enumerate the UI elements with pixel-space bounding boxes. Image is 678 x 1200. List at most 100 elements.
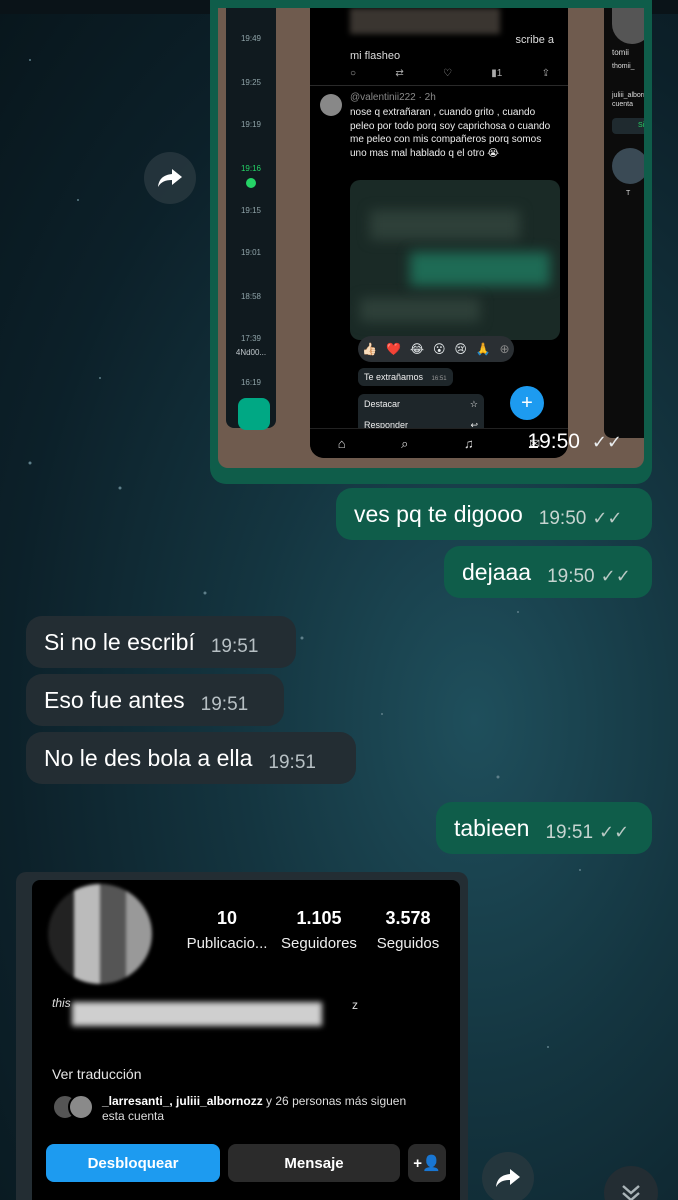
follow-button: Sig <box>612 118 644 134</box>
message-text: No le des bola a ella <box>44 744 253 771</box>
profile-strip: tomii thomii_ juliii_albornoz cuenta Sig… <box>604 8 644 438</box>
add-user-icon: +👤 <box>408 1144 446 1182</box>
reaction-wow: 😮 <box>432 342 446 356</box>
message-bubble-incoming[interactable]: Si no le escribí 19:51 <box>26 616 296 668</box>
strip-time: 19:19 <box>240 120 262 129</box>
message-text: Eso fue antes <box>44 686 185 713</box>
strip-time: 19:16 <box>240 164 262 173</box>
retweet-icon: ⇄ <box>395 68 404 79</box>
strip-time: 19:25 <box>240 78 262 87</box>
double-check-icon: ✓✓ <box>600 566 631 587</box>
unblock-button: Desbloquear <box>46 1144 220 1182</box>
forward-icon <box>496 1169 520 1187</box>
message-text: dejaaa <box>462 558 532 585</box>
reply-message: Te extrañamos 16:51 <box>358 368 453 386</box>
strip-time: 16:19 <box>240 378 262 387</box>
avatar <box>320 94 342 116</box>
following-stat: 3.578 Seguidos <box>376 908 440 952</box>
tweet-media <box>350 180 560 340</box>
unread-badge <box>246 178 256 188</box>
strip-time: 19:15 <box>240 206 262 215</box>
message-time: 19:51 <box>200 693 249 715</box>
bio-text: z <box>352 998 358 1012</box>
avatar <box>68 1094 94 1120</box>
followed-by-text: _larresanti_, juliii_albornozz y 26 pers… <box>102 1094 407 1123</box>
profile-sub: cuenta <box>612 101 634 108</box>
bio-text: this <box>52 996 71 1010</box>
menu-item-destacar: Destacar ☆ <box>364 399 478 409</box>
message-bubble-outgoing[interactable]: ves pq te digooo 19:50 ✓✓ <box>336 488 652 540</box>
views-icon: ▮1 <box>491 68 503 79</box>
strip-time: 19:01 <box>240 248 262 257</box>
instagram-screenshot[interactable]: 10 Publicacio... 1.105 Seguidores 3.578 … <box>32 880 460 1200</box>
strip-time: 19:49 <box>240 34 262 43</box>
new-chat-icon <box>238 398 270 430</box>
views-count: 1 <box>496 68 503 79</box>
reaction-laugh: 😂 <box>410 342 425 356</box>
reply-text: Te extrañamos <box>364 372 424 382</box>
message-text: ves pq te digooo <box>354 500 523 527</box>
tweet-handle: @valentinii222 · 2h <box>350 92 436 103</box>
blurred-content <box>350 8 500 34</box>
twitter-screenshot: scribe a mi flasheo ○ ⇄ ♡ ▮1 ⇪ @valentin… <box>310 8 568 458</box>
avatar <box>48 884 152 984</box>
compose-icon: + <box>510 386 544 420</box>
avatar <box>612 148 644 184</box>
profile-letter: T <box>626 190 631 197</box>
image-message-outgoing[interactable]: 19:49 19:25 19:19 19:16 19:15 19:01 18:5… <box>210 0 652 484</box>
notifications-icon: ♫ <box>464 436 474 451</box>
reaction-bar: 👍🏻 ❤️ 😂 😮 😢 🙏 ⊕ <box>358 336 514 362</box>
message-bubble-incoming[interactable]: Eso fue antes 19:51 <box>26 674 284 726</box>
message-time: 19:51 ✓✓ <box>545 821 630 843</box>
blurred-bio <box>72 1002 322 1026</box>
message-bubble-outgoing[interactable]: dejaaa 19:50 ✓✓ <box>444 546 652 598</box>
reaction-thumbs-up: 👍🏻 <box>362 342 378 356</box>
translate-link: Ver traducción <box>52 1066 142 1082</box>
strip-time: 18:58 <box>240 292 262 301</box>
reaction-pray: 🙏 <box>475 342 491 356</box>
tweet-text: scribe a <box>515 34 554 46</box>
forward-icon <box>158 169 182 187</box>
message-button: Mensaje <box>228 1144 400 1182</box>
message-time: 19:51 <box>268 751 316 773</box>
reply-time: 16:51 <box>431 376 447 382</box>
reaction-heart: ❤️ <box>386 342 402 356</box>
previous-tweet: scribe a mi flasheo ○ ⇄ ♡ ▮1 ⇪ <box>310 8 568 86</box>
forward-button[interactable] <box>144 152 196 204</box>
message-time: 19:50 ✓✓ <box>538 507 623 529</box>
image-message-incoming[interactable]: 10 Publicacio... 1.105 Seguidores 3.578 … <box>16 872 468 1200</box>
message-text: Si no le escribí <box>44 628 195 655</box>
scroll-to-bottom-button[interactable] <box>604 1166 658 1200</box>
profile-name: tomii <box>612 48 629 57</box>
strip-contact-name: 4Nd00... <box>235 348 267 357</box>
double-check-icon: ✓✓ <box>591 431 622 452</box>
profile-handle: thomii_ <box>612 63 635 70</box>
message-bubble-outgoing[interactable]: tabieen 19:51 ✓✓ <box>436 802 652 854</box>
search-icon: ⌕ <box>401 435 409 451</box>
message-bubble-incoming[interactable]: No le des bola a ella 19:51 <box>26 732 356 784</box>
home-icon: ⌂ <box>337 436 346 451</box>
chevron-double-down-icon <box>622 1185 640 1200</box>
tweet-text: mi flasheo <box>350 50 401 62</box>
message-time: 19:50 ✓✓ <box>527 430 622 453</box>
star-icon: ☆ <box>469 399 478 409</box>
add-reaction-icon: ⊕ <box>499 342 510 356</box>
share-icon: ⇪ <box>541 68 550 79</box>
tweet-actions: ○ ⇄ ♡ ▮1 ⇪ <box>350 68 550 79</box>
like-icon: ♡ <box>443 68 452 79</box>
strip-time: 17:39 <box>240 334 262 343</box>
double-check-icon: ✓✓ <box>599 822 630 843</box>
profile-sub: juliii_albornoz <box>612 92 644 99</box>
message-time: 19:50 ✓✓ <box>547 565 631 587</box>
screenshot-image[interactable]: 19:49 19:25 19:19 19:16 19:15 19:01 18:5… <box>218 8 644 468</box>
forward-button[interactable] <box>482 1152 534 1200</box>
chat-list-strip: 19:49 19:25 19:19 19:16 19:15 19:01 18:5… <box>226 8 276 430</box>
reply-icon: ○ <box>350 68 357 79</box>
reaction-sad: 😢 <box>454 342 467 356</box>
double-check-icon: ✓✓ <box>592 508 623 529</box>
tweet-text: nose q extrañaran , cuando grito , cuand… <box>350 107 551 159</box>
message-text: tabieen <box>454 814 530 841</box>
avatar <box>612 8 644 44</box>
message-time: 19:51 <box>210 635 259 657</box>
followed-by: _larresanti_, juliii_albornozz y 26 pers… <box>52 1094 432 1124</box>
